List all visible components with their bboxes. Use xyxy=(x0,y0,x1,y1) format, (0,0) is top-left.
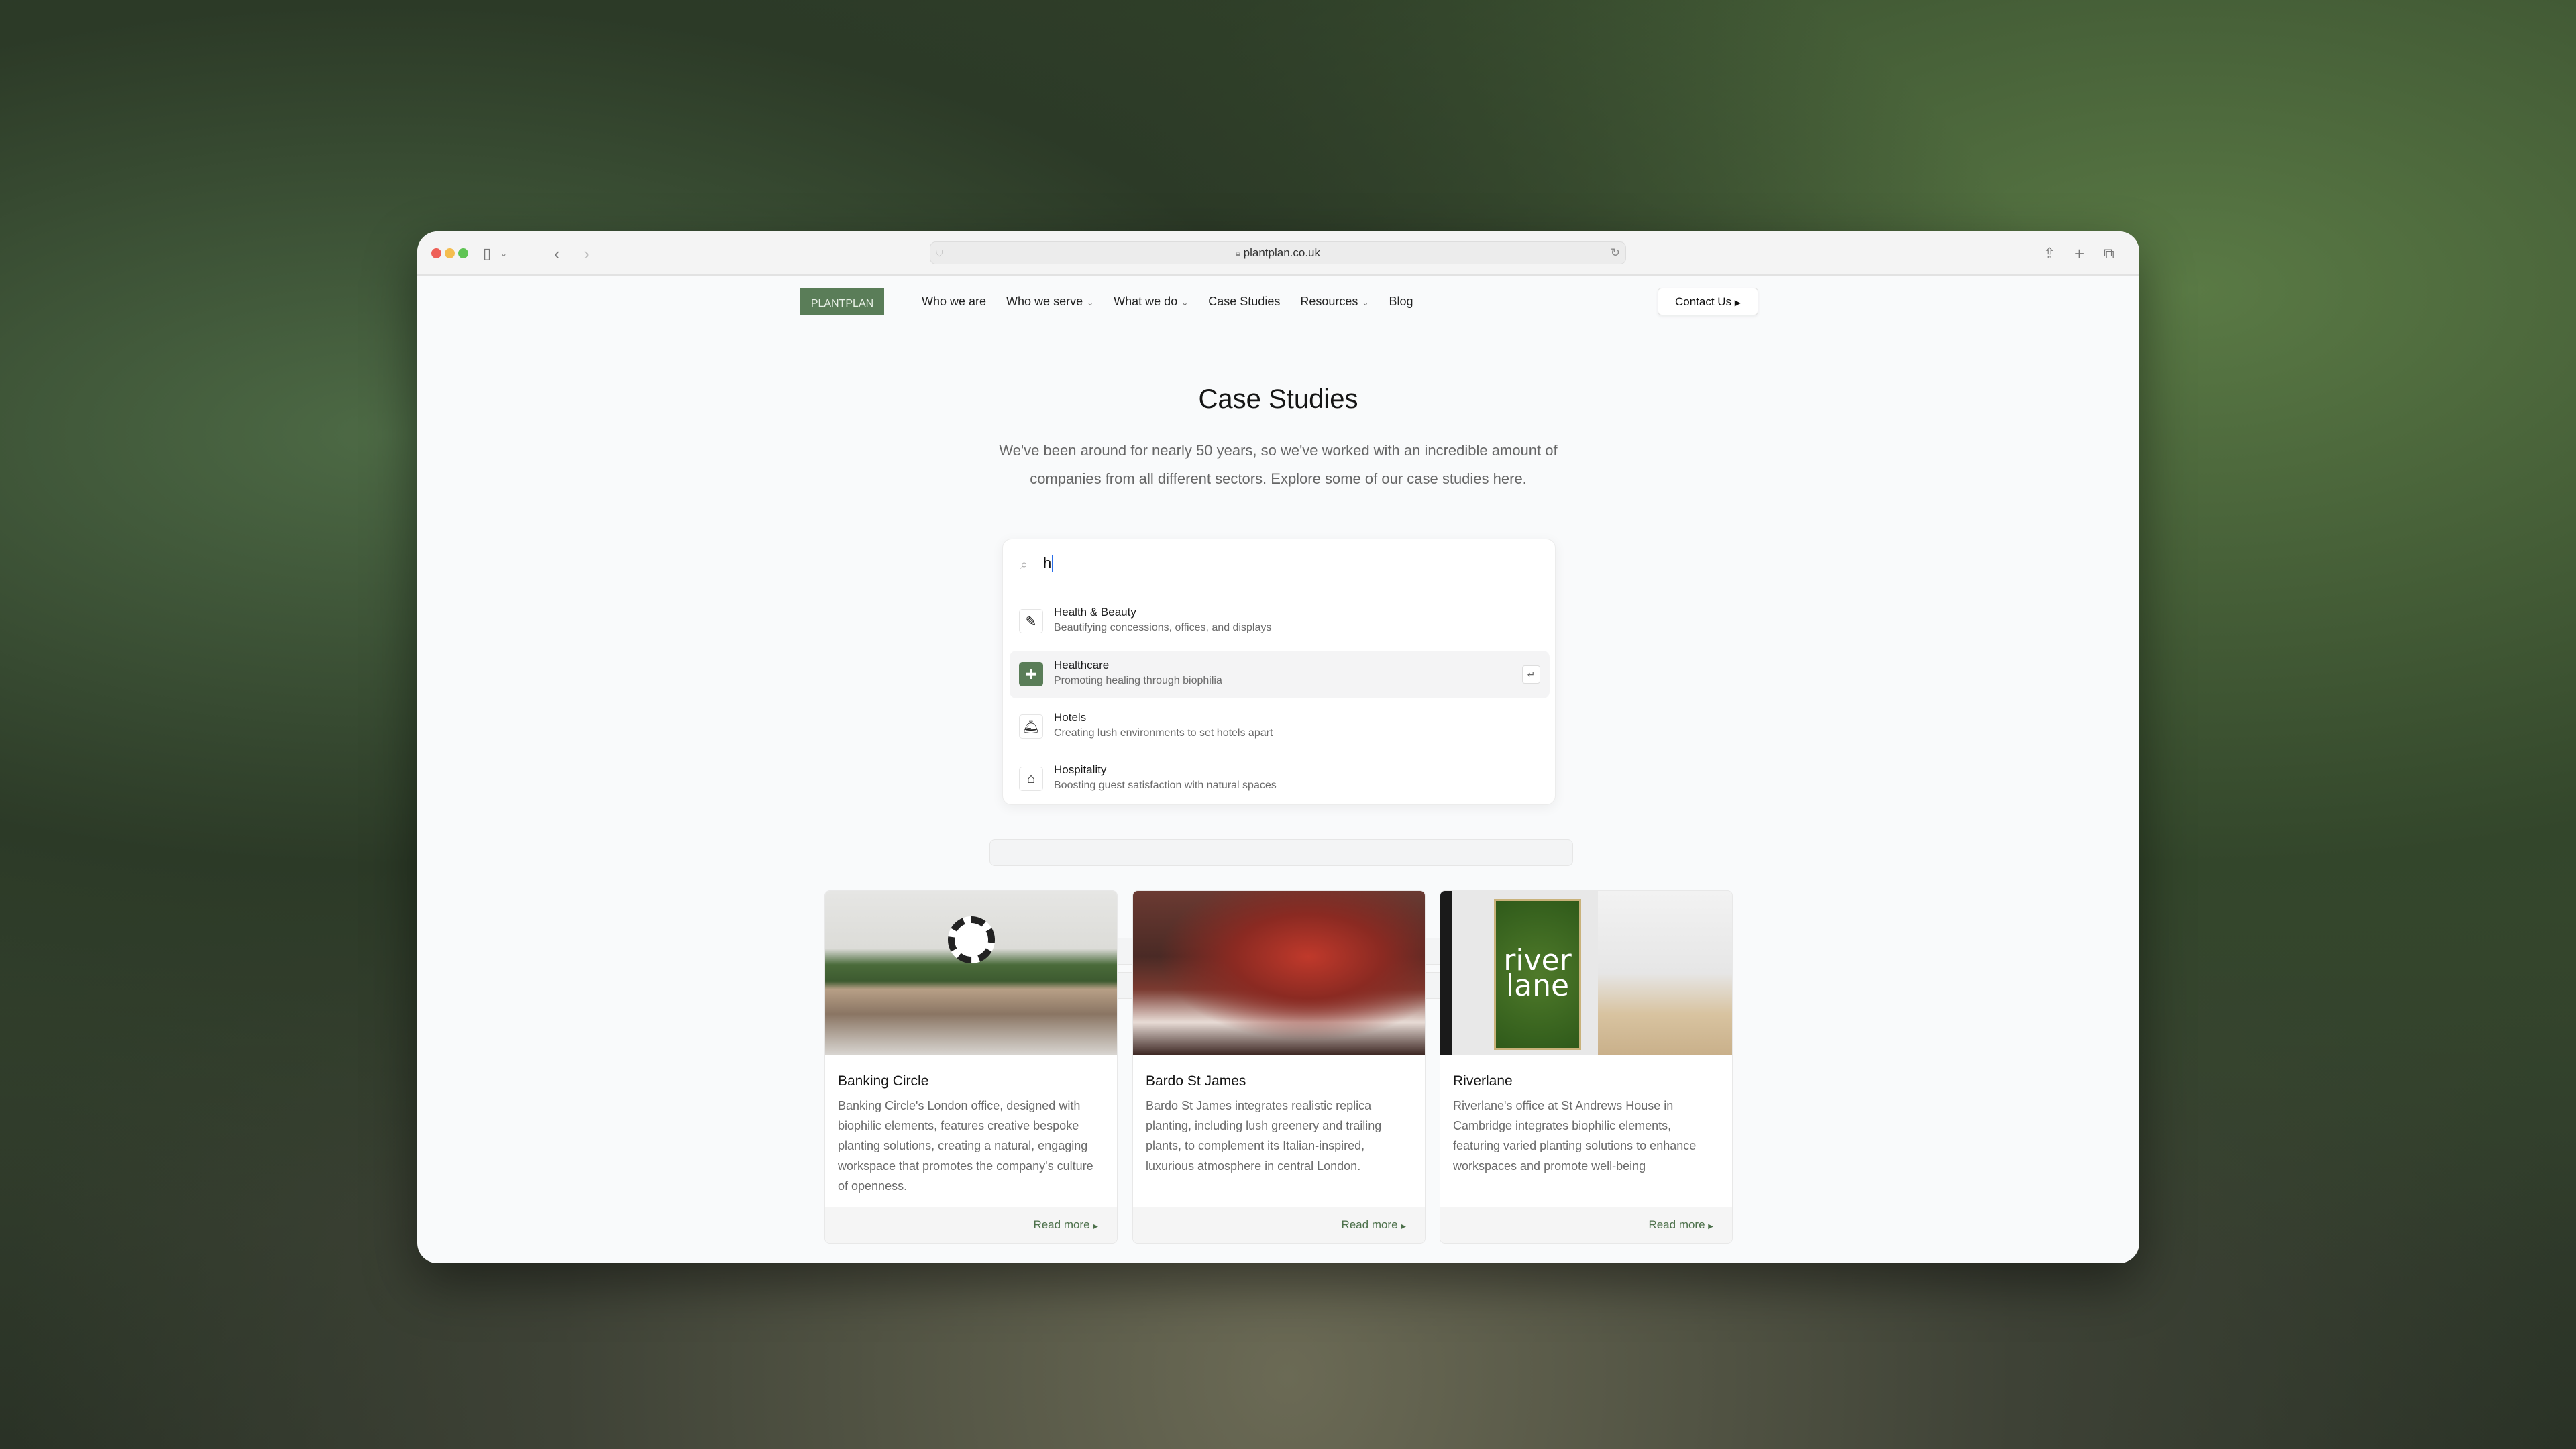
reload-icon[interactable]: ↻ xyxy=(1611,242,1620,264)
moss-wall-sign: river lane xyxy=(1494,899,1581,1050)
plantplan-logo[interactable]: PLANTPLAN xyxy=(800,288,884,315)
enter-key-icon: ↵ xyxy=(1522,665,1540,684)
case-study-image: river lane xyxy=(1440,891,1732,1055)
zoom-window-button[interactable] xyxy=(458,248,468,258)
tab-overview-icon[interactable]: ⧉ xyxy=(2104,244,2114,264)
nav-label: Case Studies xyxy=(1208,294,1281,308)
result-desc: Beautifying concessions, offices, and di… xyxy=(1054,622,1272,633)
nav-who-we-serve[interactable]: Who we serve ⌄ xyxy=(1006,294,1093,309)
sidebar-icon[interactable]: ▯ xyxy=(483,244,491,264)
link-label: Read more xyxy=(1648,1218,1705,1231)
chevron-down-icon[interactable]: ⌄ xyxy=(500,244,507,264)
result-healthcare[interactable]: ✚ Healthcare Promoting healing through b… xyxy=(1010,651,1550,698)
result-title: Hotels xyxy=(1054,711,1087,724)
page-subtitle: We've been around for nearly 50 years, s… xyxy=(417,437,2139,493)
nav-label: What we do xyxy=(1114,294,1178,308)
share-icon[interactable]: ⇪ xyxy=(2043,244,2055,264)
link-label: Read more xyxy=(1341,1218,1398,1231)
result-hotels[interactable]: 🛎︎ Hotels Creating lush environments to … xyxy=(1010,703,1550,751)
card-footer: Read more ▶ xyxy=(1133,1207,1425,1243)
nav-label: Resources xyxy=(1300,294,1358,308)
caret-right-icon: ▶ xyxy=(1401,1223,1406,1230)
forward-icon[interactable]: › xyxy=(584,244,590,264)
nav-blog[interactable]: Blog xyxy=(1389,294,1413,309)
url-text: plantplan.co.uk xyxy=(1243,246,1321,259)
medical-cross-icon: ✚ xyxy=(1019,662,1043,686)
minimize-window-button[interactable] xyxy=(445,248,455,258)
chevron-down-icon: ⌄ xyxy=(1087,298,1094,307)
chevron-down-icon: ⌄ xyxy=(1362,298,1369,307)
page-title: Case Studies xyxy=(1198,384,1358,414)
close-window-button[interactable] xyxy=(431,248,441,258)
read-more-link[interactable]: Read more ▶ xyxy=(1033,1218,1098,1232)
case-study-card[interactable]: Bardo St James Bardo St James integrates… xyxy=(1132,890,1426,1244)
main-nav: Who we are Who we serve ⌄ What we do ⌄ Cas… xyxy=(922,294,1413,309)
contact-us-button[interactable]: Contact Us ▶ xyxy=(1658,288,1758,315)
lock-icon: 🔒︎ xyxy=(1235,248,1240,258)
chevron-down-icon: ⌄ xyxy=(1181,298,1189,307)
result-desc: Creating lush environments to set hotels… xyxy=(1054,727,1273,739)
result-title: Hospitality xyxy=(1054,763,1107,776)
caret-right-icon: ▶ xyxy=(1093,1223,1098,1230)
nav-who-we-are[interactable]: Who we are xyxy=(922,294,986,309)
search-icon: ⌕ xyxy=(1020,557,1028,572)
card-description: Bardo St James integrates realistic repl… xyxy=(1146,1099,1382,1173)
search-input[interactable]: h xyxy=(1043,555,1054,572)
result-hospitality[interactable]: ⌂ Hospitality Boosting guest satisfactio… xyxy=(1010,755,1550,803)
logo-sculpture xyxy=(948,916,995,963)
card-title: Bardo St James xyxy=(1146,1073,1246,1089)
read-more-link[interactable]: Read more ▶ xyxy=(1648,1218,1713,1232)
contact-label: Contact Us xyxy=(1674,295,1732,308)
result-title: Healthcare xyxy=(1054,659,1110,672)
result-desc: Promoting healing through biophilia xyxy=(1054,675,1222,686)
new-tab-icon[interactable]: + xyxy=(2074,244,2084,264)
card-footer: Read more ▶ xyxy=(825,1207,1117,1243)
office-interior xyxy=(1598,891,1732,1055)
caret-right-icon: ▶ xyxy=(1734,298,1741,307)
nav-label: Who we serve xyxy=(1006,294,1083,308)
browser-window: ▯ ⌄ ‹ › ⛉ 🔒︎ plantplan.co.uk ↻ ⇪ + ⧉ PLA… xyxy=(417,231,2139,1263)
case-study-card[interactable]: river lane Riverlane Riverlane's office … xyxy=(1440,890,1733,1244)
result-desc: Boosting guest satisfaction with natural… xyxy=(1054,780,1277,791)
case-study-image xyxy=(825,891,1117,1055)
nav-case-studies[interactable]: Case Studies xyxy=(1208,294,1280,309)
browser-toolbar: ▯ ⌄ ‹ › ⛉ 🔒︎ plantplan.co.uk ↻ ⇪ + ⧉ xyxy=(417,231,2139,276)
nav-what-we-do[interactable]: What we do ⌄ xyxy=(1114,294,1188,309)
web-page: PLANTPLAN Who we are Who we serve ⌄ What … xyxy=(417,276,2139,1263)
card-title: Riverlane xyxy=(1453,1073,1513,1089)
brush-icon: ✎ xyxy=(1019,609,1043,633)
subtitle-line: We've been around for nearly 50 years, s… xyxy=(999,442,1558,459)
card-description: Banking Circle's London office, designed… xyxy=(838,1099,1093,1193)
card-footer: Read more ▶ xyxy=(1440,1207,1732,1243)
result-health-beauty[interactable]: ✎ Health & Beauty Beautifying concession… xyxy=(1010,598,1550,645)
service-bell-icon: 🛎︎ xyxy=(1019,714,1043,739)
page-shield-icon: ⛉ xyxy=(936,248,943,258)
back-icon[interactable]: ‹ xyxy=(554,244,560,264)
case-study-card[interactable]: Banking Circle Banking Circle's London o… xyxy=(824,890,1118,1244)
link-label: Read more xyxy=(1033,1218,1090,1231)
background-filter-row xyxy=(989,839,1573,866)
nav-label: Blog xyxy=(1389,294,1413,308)
caret-right-icon: ▶ xyxy=(1708,1223,1713,1230)
subtitle-line: companies from all different sectors. Ex… xyxy=(1030,470,1527,487)
nav-resources[interactable]: Resources ⌄ xyxy=(1300,294,1368,309)
read-more-link[interactable]: Read more ▶ xyxy=(1341,1218,1406,1232)
case-study-image xyxy=(1133,891,1425,1055)
nav-label: Who we are xyxy=(922,294,987,308)
address-bar[interactable]: ⛉ 🔒︎ plantplan.co.uk ↻ xyxy=(930,241,1626,264)
sector-search-dropdown: ⌕ h ✎ Health & Beauty Beautifying conces… xyxy=(1002,539,1556,805)
result-title: Health & Beauty xyxy=(1054,606,1136,619)
card-title: Banking Circle xyxy=(838,1073,929,1089)
cake-icon: ⌂ xyxy=(1019,767,1043,791)
card-description: Riverlane's office at St Andrews House i… xyxy=(1453,1099,1697,1173)
